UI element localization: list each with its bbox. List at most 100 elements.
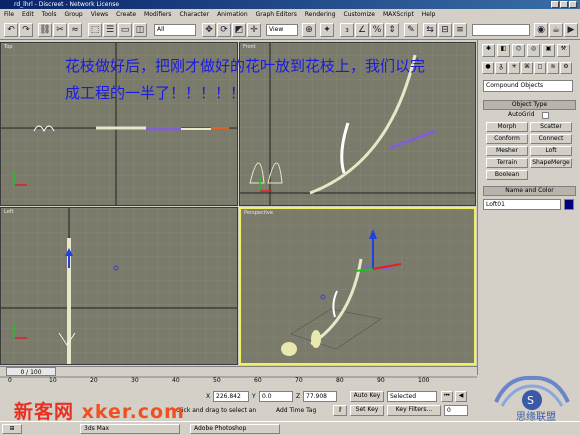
set-key-button[interactable]: Set Key xyxy=(350,405,384,416)
spinner-snap-icon[interactable]: ⇕ xyxy=(385,23,399,37)
window-crossing-icon[interactable]: ◫ xyxy=(133,23,147,37)
mesher-button[interactable]: Mesher xyxy=(486,146,528,156)
key-mode-dropdown[interactable]: Selected xyxy=(387,391,437,402)
time-slider[interactable]: 0 / 100 xyxy=(0,366,477,376)
reference-coord-dropdown[interactable]: View xyxy=(266,24,298,36)
align-icon[interactable]: ⊟ xyxy=(438,23,452,37)
select-move-icon[interactable]: ✥ xyxy=(202,23,216,37)
shapes-icon[interactable]: ᵹ xyxy=(495,62,507,74)
menu-character[interactable]: Character xyxy=(175,9,213,20)
named-selection-set-dropdown[interactable] xyxy=(472,24,530,36)
modify-tab-icon[interactable]: ◧ xyxy=(497,44,510,57)
redo-icon[interactable]: ↷ xyxy=(19,23,33,37)
object-type-rollout[interactable]: Object Type xyxy=(483,100,576,110)
x-coord-field[interactable]: 226.842 xyxy=(213,391,249,402)
terrain-button[interactable]: Terrain xyxy=(486,158,528,168)
helpers-icon[interactable]: ◻ xyxy=(534,62,546,74)
goto-start-icon[interactable]: ⏮ xyxy=(441,391,453,402)
connect-button[interactable]: Connect xyxy=(530,134,572,144)
selection-filter-dropdown[interactable]: All xyxy=(154,24,196,36)
render-scene-icon[interactable]: ☕ xyxy=(549,23,563,37)
material-editor-icon[interactable]: ◉ xyxy=(534,23,548,37)
maximize-button[interactable] xyxy=(560,1,568,8)
tick-0: 0 xyxy=(8,377,12,384)
viewport-perspective[interactable]: Perspective xyxy=(239,207,476,365)
utilities-tab-icon[interactable]: ⚒ xyxy=(557,44,570,57)
select-manipulate-icon[interactable]: ✦ xyxy=(320,23,334,37)
app-window: rd_lhrl - Discreet - Network License Fil… xyxy=(0,0,580,435)
time-slider-thumb[interactable]: 0 / 100 xyxy=(6,367,56,376)
lights-icon[interactable]: ✳ xyxy=(508,62,520,74)
category-dropdown[interactable]: Compound Objects xyxy=(483,80,573,92)
viewport-front-label[interactable]: Front xyxy=(243,44,256,50)
edit-named-selection-icon[interactable]: ✎ xyxy=(404,23,418,37)
conform-button[interactable]: Conform xyxy=(486,134,528,144)
menu-maxscript[interactable]: MAXScript xyxy=(379,9,418,20)
add-time-tag-button[interactable]: Add Time Tag xyxy=(276,406,316,416)
move-gizmo-icon[interactable]: ✛ xyxy=(247,23,261,37)
minimize-button[interactable] xyxy=(551,1,559,8)
menu-customize[interactable]: Customize xyxy=(340,9,380,20)
scatter-button[interactable]: Scatter xyxy=(530,122,572,132)
link-icon[interactable]: ⛓ xyxy=(38,23,52,37)
mirror-icon[interactable]: ⇆ xyxy=(423,23,437,37)
viewport-left-label[interactable]: Left xyxy=(4,209,13,215)
menu-file[interactable]: File xyxy=(0,9,18,20)
menu-create[interactable]: Create xyxy=(112,9,140,20)
shapemerge-button[interactable]: ShapeMerge xyxy=(530,158,572,168)
key-filters-button[interactable]: Key Filters... xyxy=(387,405,441,416)
taskbar-item-3dsmax[interactable]: 3ds Max xyxy=(80,424,180,434)
menu-rendering[interactable]: Rendering xyxy=(301,9,340,20)
loft-button[interactable]: Loft xyxy=(530,146,572,156)
select-scale-icon[interactable]: ◩ xyxy=(232,23,246,37)
object-color-swatch[interactable] xyxy=(564,199,574,210)
autogrid-checkbox[interactable] xyxy=(542,112,549,119)
space-warps-icon[interactable]: ≋ xyxy=(547,62,559,74)
menu-group[interactable]: Group xyxy=(60,9,86,20)
viewport-left[interactable]: Left xyxy=(0,207,238,365)
menu-animation[interactable]: Animation xyxy=(213,9,252,20)
unlink-icon[interactable]: ✂ xyxy=(53,23,67,37)
y-coord-field[interactable]: 0.0 xyxy=(259,391,293,402)
morph-button[interactable]: Morph xyxy=(486,122,528,132)
track-bar[interactable]: 0 10 20 30 40 50 60 70 80 90 100 xyxy=(0,376,477,388)
menu-edit[interactable]: Edit xyxy=(18,9,38,20)
menu-graph-editors[interactable]: Graph Editors xyxy=(252,9,301,20)
angle-snap-icon[interactable]: ∠ xyxy=(355,23,369,37)
select-object-icon[interactable]: ⬚ xyxy=(88,23,102,37)
percent-snap-icon[interactable]: % xyxy=(370,23,384,37)
prev-frame-icon[interactable]: ◀ xyxy=(455,391,467,402)
current-frame-field[interactable]: 0 xyxy=(444,405,468,416)
rect-selection-icon[interactable]: ▭ xyxy=(118,23,132,37)
menu-help[interactable]: Help xyxy=(418,9,440,20)
select-by-name-icon[interactable]: ☰ xyxy=(103,23,117,37)
viewport-top-label[interactable]: Top xyxy=(4,44,12,50)
object-name-field[interactable]: Loft01 xyxy=(483,199,561,210)
snap-toggle-icon[interactable]: ₃ xyxy=(340,23,354,37)
menu-tools[interactable]: Tools xyxy=(38,9,61,20)
select-rotate-icon[interactable]: ⟳ xyxy=(217,23,231,37)
z-coord-field[interactable]: 77.908 xyxy=(303,391,337,402)
display-tab-icon[interactable]: ▣ xyxy=(542,44,555,57)
name-and-color-rollout[interactable]: Name and Color xyxy=(483,186,576,196)
pivot-center-icon[interactable]: ⊕ xyxy=(302,23,316,37)
start-button-icon[interactable]: ⊞ xyxy=(2,424,22,434)
menu-modifiers[interactable]: Modifiers xyxy=(140,9,175,20)
cameras-icon[interactable]: ⌘ xyxy=(521,62,533,74)
hierarchy-tab-icon[interactable]: ⌬ xyxy=(512,44,525,57)
undo-icon[interactable]: ↶ xyxy=(4,23,18,37)
menu-views[interactable]: Views xyxy=(87,9,112,20)
systems-icon[interactable]: ⚙ xyxy=(560,62,572,74)
layer-manager-icon[interactable]: ≡ xyxy=(453,23,467,37)
create-tab-icon[interactable]: ✱ xyxy=(482,44,495,57)
taskbar-item-photoshop[interactable]: Adobe Photoshop xyxy=(190,424,280,434)
quick-render-icon[interactable]: ▶ xyxy=(564,23,578,37)
bind-space-warp-icon[interactable]: ≈ xyxy=(68,23,82,37)
boolean-button[interactable]: Boolean xyxy=(486,170,528,180)
auto-key-button[interactable]: Auto Key xyxy=(350,391,384,402)
close-button[interactable] xyxy=(569,1,577,8)
motion-tab-icon[interactable]: ◎ xyxy=(527,44,540,57)
key-icon[interactable]: ⚷ xyxy=(333,405,347,416)
viewport-perspective-label[interactable]: Perspective xyxy=(244,210,273,216)
geometry-icon[interactable]: ● xyxy=(482,62,494,74)
